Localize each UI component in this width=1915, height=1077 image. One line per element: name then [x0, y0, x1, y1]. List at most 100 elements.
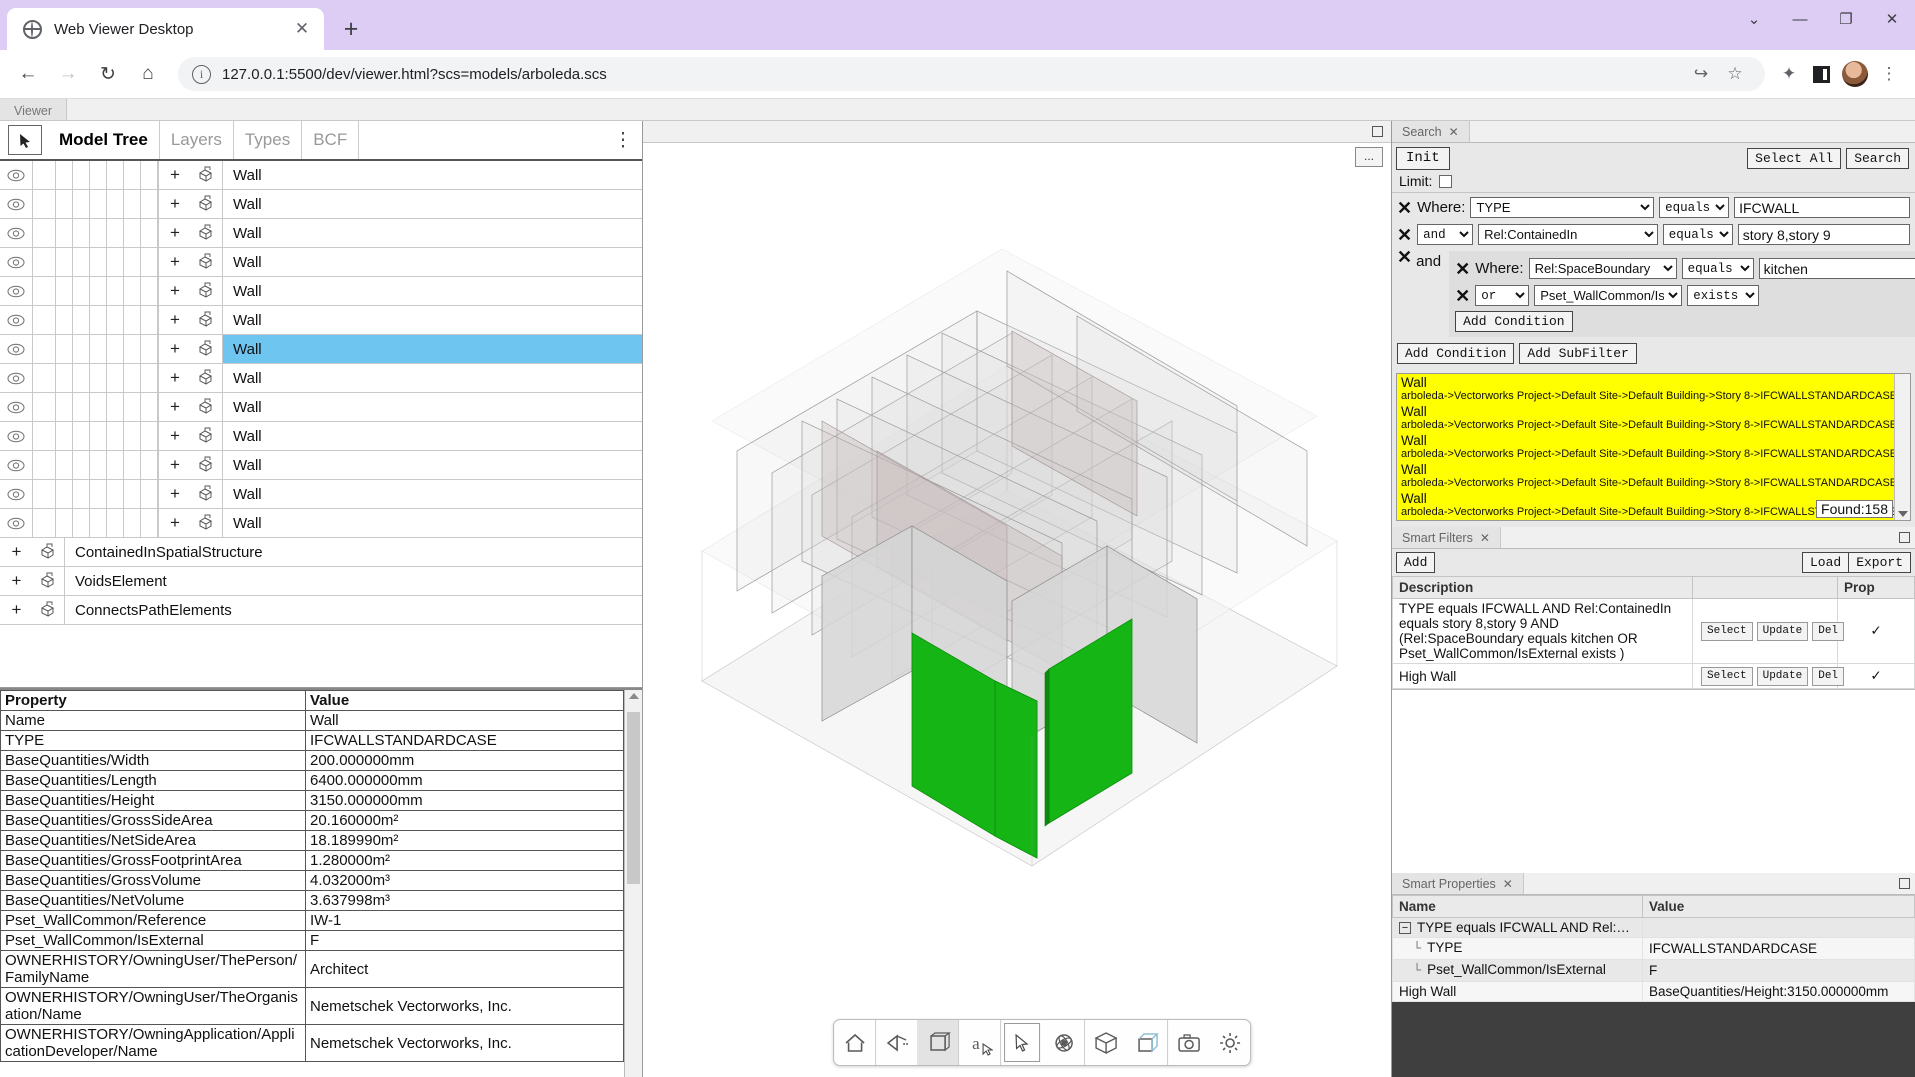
share-icon[interactable]: ↪: [1685, 58, 1717, 90]
field-select-sub-1[interactable]: Pset_WallCommon/IsExte: [1534, 285, 1683, 306]
visibility-eye-icon[interactable]: [0, 393, 33, 421]
tab-viewer[interactable]: Viewer: [0, 99, 67, 120]
extensions-puzzle-icon[interactable]: ✦: [1773, 58, 1805, 90]
tree-relation-label[interactable]: VoidsElement: [65, 567, 642, 595]
field-select-1[interactable]: Rel:ContainedIn: [1478, 224, 1658, 245]
remove-condition-icon[interactable]: ✕: [1455, 260, 1470, 278]
tree-row-label[interactable]: Wall: [223, 161, 642, 189]
tree-expand-icon[interactable]: +: [158, 190, 191, 218]
add-subfilter-button[interactable]: Add SubFilter: [1519, 343, 1637, 364]
scroll-up-icon[interactable]: [629, 693, 639, 699]
init-button[interactable]: Init: [1396, 147, 1450, 170]
property-row[interactable]: BaseQuantities/Width 200.000000mm: [0, 750, 624, 771]
property-row[interactable]: BaseQuantities/Length 6400.000000mm: [0, 770, 624, 791]
tree-row[interactable]: + Wall: [0, 422, 642, 451]
property-row[interactable]: Pset_WallCommon/Reference IW-1: [0, 910, 624, 931]
conjunction-select-1[interactable]: and: [1417, 224, 1474, 245]
search-button[interactable]: Search: [1846, 148, 1909, 169]
home-view-icon[interactable]: [834, 1020, 875, 1065]
value-input-1[interactable]: [1737, 224, 1910, 245]
add-filter-button[interactable]: Add: [1396, 552, 1436, 573]
explode-cube-icon[interactable]: [917, 1020, 959, 1065]
tab-bcf[interactable]: BCF: [302, 121, 360, 159]
orbit-icon[interactable]: [1043, 1020, 1084, 1065]
sf-col-actions[interactable]: [1692, 576, 1838, 599]
conjunction-select-sub-1[interactable]: or: [1475, 285, 1530, 306]
restore-window-icon[interactable]: [1372, 126, 1383, 137]
model-tree-list[interactable]: + Wall + Wall + Wall + Wall + Wall + Wall + Wall + Wall…: [0, 161, 642, 680]
camera-snapshot-icon[interactable]: [1168, 1020, 1209, 1065]
smart-property-row[interactable]: High Wall BaseQuantities/Height:3150.0000…: [1392, 981, 1915, 1002]
tree-expand-icon[interactable]: +: [158, 480, 191, 508]
sp-col-value[interactable]: Value: [1642, 895, 1915, 918]
tree-expand-icon[interactable]: +: [158, 277, 191, 305]
pointer-select-icon[interactable]: [8, 125, 42, 155]
operator-select-sub-0[interactable]: equals: [1681, 258, 1754, 279]
text-annotation-icon[interactable]: a: [959, 1020, 1000, 1065]
value-input-0[interactable]: [1734, 197, 1910, 218]
visibility-eye-icon[interactable]: [0, 451, 33, 479]
property-row[interactable]: OWNERHISTORY/OwningUser/TheOrganisation/…: [0, 987, 624, 1025]
smart-filter-row[interactable]: TYPE equals IFCWALL AND Rel:ContainedIn …: [1392, 598, 1915, 664]
delete-filter-button[interactable]: Del: [1812, 667, 1845, 686]
load-filters-button[interactable]: Load: [1801, 552, 1849, 573]
search-result-item[interactable]: Wallarboleda->Vectorworks Project->Defau…: [1397, 374, 1910, 403]
tree-row[interactable]: + Wall: [0, 509, 642, 538]
tree-row-label[interactable]: Wall: [223, 306, 642, 334]
field-select-sub-0[interactable]: Rel:SpaceBoundary: [1528, 258, 1677, 279]
tree-row[interactable]: + Wall: [0, 364, 642, 393]
tree-row-label[interactable]: Wall: [223, 480, 642, 508]
remove-condition-icon[interactable]: ✕: [1397, 226, 1412, 244]
tree-expand-icon[interactable]: +: [158, 509, 191, 537]
tree-relation-label[interactable]: ConnectsPathElements: [65, 596, 642, 624]
tab-model-tree[interactable]: Model Tree: [48, 121, 160, 159]
tree-row-label[interactable]: Wall: [223, 364, 642, 392]
export-filters-button[interactable]: Export: [1848, 552, 1911, 573]
visibility-eye-icon[interactable]: [0, 480, 33, 508]
search-result-item[interactable]: Wallarboleda->Vectorworks Project->Defau…: [1397, 519, 1910, 520]
close-icon[interactable]: ✕: [290, 17, 314, 41]
tree-relation-row[interactable]: + ConnectsPathElements: [0, 596, 642, 625]
tab-smart-filters[interactable]: Smart Filters ✕: [1392, 527, 1501, 548]
collapse-expand-icon[interactable]: −: [1399, 922, 1411, 935]
tree-expand-icon[interactable]: +: [158, 335, 191, 363]
scroll-down-icon[interactable]: [1898, 511, 1908, 517]
search-result-item[interactable]: Wallarboleda->Vectorworks Project->Defau…: [1397, 403, 1910, 432]
close-window-icon[interactable]: ✕: [1869, 0, 1915, 38]
select-filter-button[interactable]: Select: [1701, 667, 1753, 686]
chevron-down-icon[interactable]: ⌄: [1731, 0, 1777, 38]
tab-layers[interactable]: Layers: [160, 121, 234, 159]
3d-viewport[interactable]: ... a: [643, 121, 1391, 1077]
smart-property-row[interactable]: └ Pset_WallCommon/IsExternal F: [1392, 959, 1915, 982]
results-scrollbar[interactable]: [1894, 374, 1910, 520]
delete-filter-button[interactable]: Del: [1812, 622, 1845, 641]
close-icon[interactable]: ✕: [1449, 125, 1459, 139]
tree-expand-icon[interactable]: +: [158, 161, 191, 189]
select-all-button[interactable]: Select All: [1747, 148, 1842, 169]
property-row[interactable]: BaseQuantities/Height 3150.000000mm: [0, 790, 624, 811]
add-condition-button[interactable]: Add Condition: [1397, 343, 1515, 364]
tree-relation-row[interactable]: + ContainedInSpatialStructure: [0, 538, 642, 567]
select-filter-button[interactable]: Select: [1701, 622, 1753, 641]
close-icon[interactable]: ✕: [1503, 877, 1513, 891]
site-info-icon[interactable]: i: [192, 64, 211, 84]
property-row[interactable]: BaseQuantities/NetVolume 3.637998m³: [0, 890, 624, 911]
remove-subfilter-icon[interactable]: ✕: [1397, 248, 1412, 266]
field-select-0[interactable]: TYPE: [1470, 197, 1655, 218]
sf-col-description[interactable]: Description: [1392, 576, 1693, 599]
tree-row[interactable]: + Wall: [0, 161, 642, 190]
tree-expand-icon[interactable]: +: [0, 596, 33, 624]
property-row[interactable]: BaseQuantities/GrossVolume 4.032000m³: [0, 870, 624, 891]
tree-row[interactable]: + Wall: [0, 306, 642, 335]
reload-icon[interactable]: ↻: [90, 56, 126, 92]
tree-row-label[interactable]: Wall: [223, 335, 642, 363]
tree-expand-icon[interactable]: +: [158, 451, 191, 479]
visibility-eye-icon[interactable]: [0, 364, 33, 392]
restore-window-icon[interactable]: [1899, 878, 1910, 889]
update-filter-button[interactable]: Update: [1756, 667, 1809, 686]
property-row[interactable]: OWNERHISTORY/OwningApplication/Applicati…: [0, 1024, 624, 1062]
select-cursor-icon[interactable]: [1004, 1023, 1041, 1062]
tree-expand-icon[interactable]: +: [158, 422, 191, 450]
tree-row[interactable]: + Wall: [0, 219, 642, 248]
smart-filter-row[interactable]: High Wall Select Update Del ✓: [1392, 663, 1915, 689]
